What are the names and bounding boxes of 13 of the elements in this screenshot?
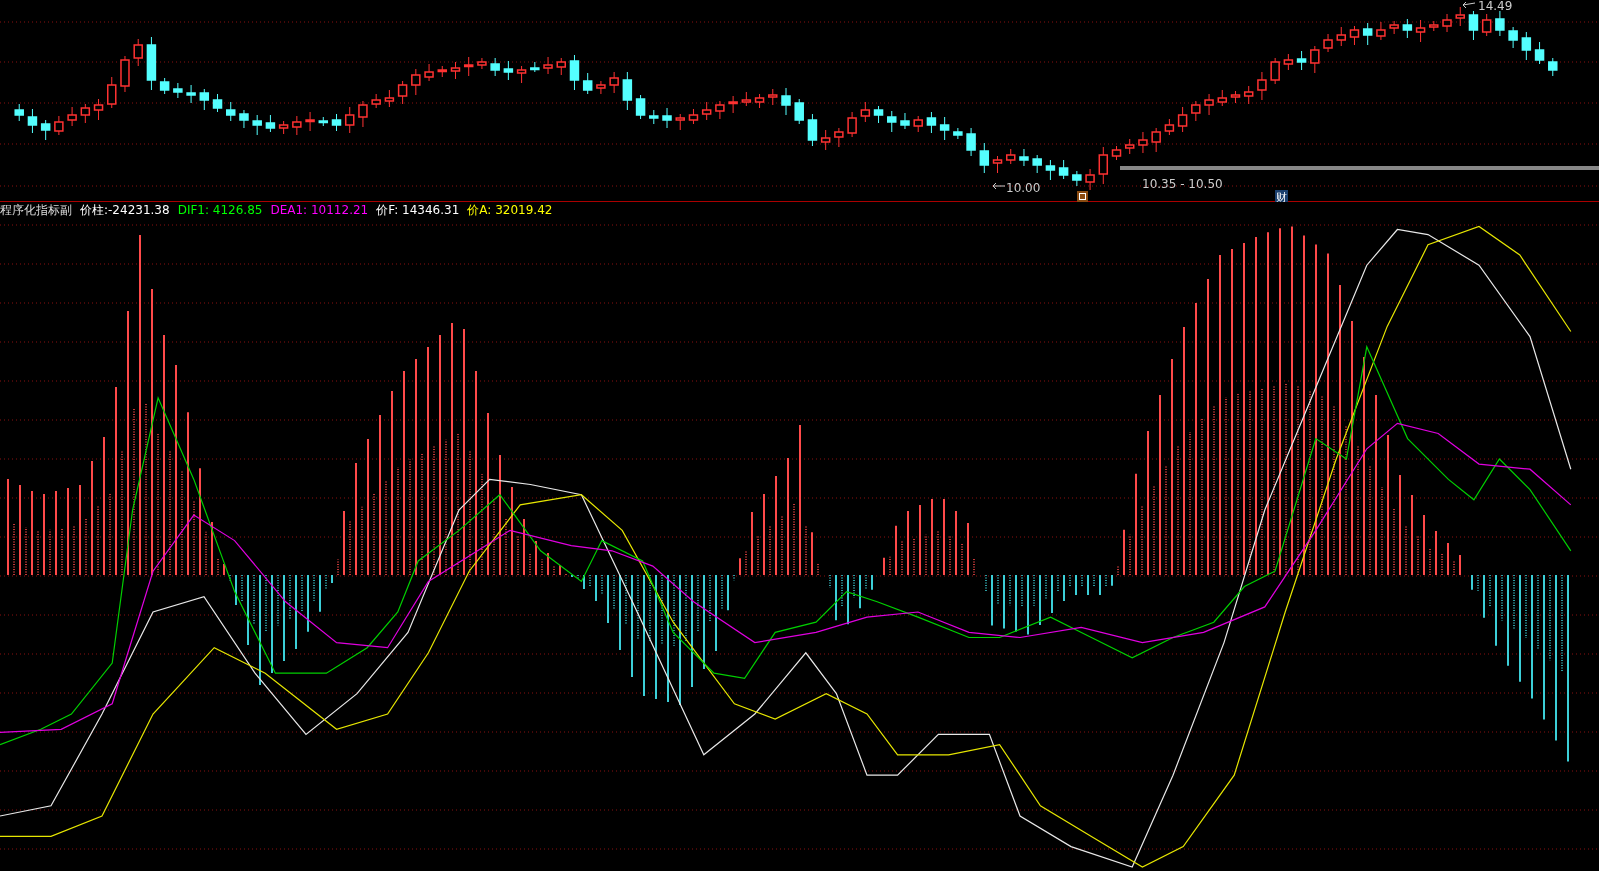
- arrow-icon: [992, 182, 1006, 190]
- price-label: 10.00: [1006, 181, 1041, 195]
- legend-item: 价F: 14346.31: [376, 202, 460, 218]
- arrow-icon: [1462, 1, 1476, 9]
- legend-item: 价柱:-24231.38: [80, 202, 170, 218]
- legend-item: 价A: 32019.42: [467, 202, 553, 218]
- badge: 财: [1275, 190, 1288, 202]
- price-label: 14.49: [1478, 0, 1513, 13]
- indicator-title: 程序化指标副: [0, 202, 72, 218]
- square-icon: [1077, 191, 1088, 202]
- price-label: 10.35 - 10.50: [1142, 177, 1223, 191]
- legend-item: DIF1: 4126.85: [177, 202, 263, 218]
- legend-item: DEA1: 10112.21: [270, 202, 369, 218]
